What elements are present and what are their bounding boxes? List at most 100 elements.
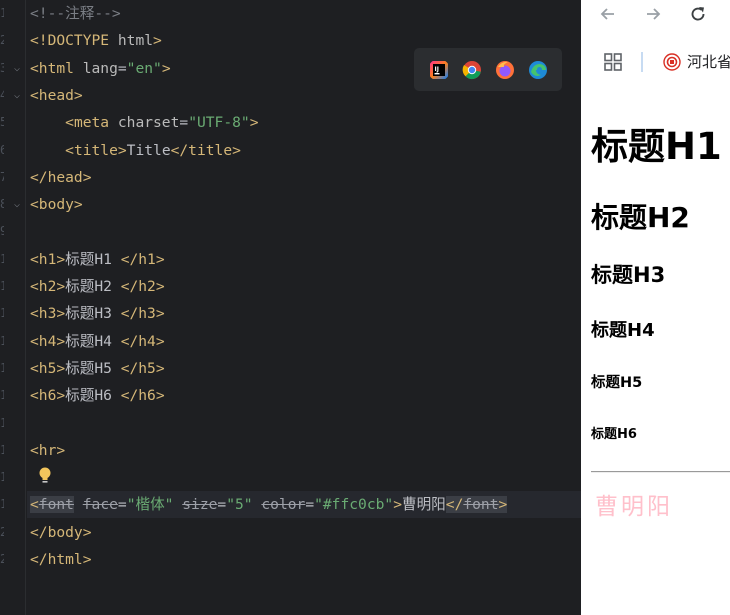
code-token: <h4> [30, 332, 66, 350]
code-token: <head> [30, 86, 83, 104]
code-token: </body> [30, 523, 92, 541]
code-token: "#ffc0cb" [314, 496, 394, 514]
fold-chevron-icon[interactable]: ⌵ [12, 191, 22, 218]
line-number: 1 [0, 6, 4, 20]
preview-horizontal-rule [591, 471, 730, 473]
code-token: = [217, 496, 227, 514]
intellij-icon[interactable]: IJ [428, 59, 450, 81]
code-token: color [261, 496, 306, 514]
code-token: size [182, 496, 218, 514]
code-token: > [249, 114, 259, 132]
code-line[interactable]: <title>Title</title> [30, 137, 241, 164]
code-line[interactable]: <body> [30, 191, 83, 218]
preview-h6: 标题H6 [591, 427, 637, 442]
fold-chevron-icon[interactable]: ⌵ [12, 82, 22, 109]
code-line[interactable]: <h5>标题H5 </h5> [30, 355, 165, 382]
code-line[interactable]: <hr> [30, 437, 65, 464]
code-line[interactable]: <html lang="en"> [30, 55, 171, 82]
browser-nav-bar [581, 0, 730, 30]
code-token: </h1> [120, 250, 165, 268]
code-token: = [117, 59, 127, 77]
code-token: charset [117, 114, 180, 132]
line-number: 10 [0, 251, 4, 266]
line-number: 19 [0, 497, 4, 512]
code-token: Title [126, 141, 171, 159]
fold-chevron-icon[interactable]: ⌵ [12, 55, 22, 82]
code-token: <h3> [30, 305, 66, 323]
code-token: font [463, 496, 499, 514]
code-token: </html> [30, 551, 92, 568]
line-number: 3 [0, 60, 4, 75]
code-token: 标题H6 [65, 387, 121, 405]
line-number: 20 [0, 524, 4, 539]
reload-icon[interactable] [688, 4, 708, 24]
code-token: > [498, 496, 508, 514]
code-token: face [82, 496, 118, 514]
code-line[interactable]: <!DOCTYPE html> [30, 27, 162, 54]
code-line[interactable]: <!--注释--> [30, 0, 121, 27]
code-token: </h6> [120, 387, 165, 405]
code-line[interactable]: <h3>标题H3 </h3> [30, 300, 165, 327]
code-token: 标题H3 [65, 305, 121, 323]
code-line[interactable]: <meta charset="UTF-8"> [30, 109, 259, 136]
forward-arrow-icon[interactable] [643, 4, 663, 24]
bookmarks-bar: 河北省 [581, 46, 730, 76]
code-line[interactable]: </head> [30, 164, 92, 191]
code-token: </h2> [120, 278, 165, 295]
preview-h5: 标题H5 [591, 375, 643, 391]
preview-h4: 标题H4 [591, 320, 655, 341]
code-token: </title> [170, 141, 241, 159]
code-token: lang [82, 59, 118, 77]
line-number: 7 [0, 169, 4, 184]
code-line[interactable]: <h1>标题H1 </h1> [30, 246, 165, 273]
apps-grid-icon[interactable] [604, 53, 622, 71]
svg-text:IJ: IJ [434, 66, 438, 73]
code-token: > [161, 59, 171, 77]
preview-h3: 标题H3 [591, 263, 666, 287]
line-number: 12 [0, 306, 4, 321]
code-line[interactable]: <head> [30, 82, 83, 109]
code-token: </head> [30, 168, 92, 186]
code-token: 标题H2 [65, 278, 121, 295]
code-token: <hr> [30, 441, 66, 459]
code-token: 标题H4 [65, 332, 121, 350]
line-number: 18 [0, 470, 4, 485]
preview-h2: 标题H2 [591, 201, 690, 234]
chrome-icon[interactable] [461, 59, 483, 81]
lightbulb-icon[interactable] [38, 466, 52, 486]
code-line[interactable]: </body> [30, 519, 92, 546]
code-line[interactable]: </html> [30, 546, 92, 573]
code-token: "en" [126, 59, 162, 77]
line-number: 16 [0, 415, 4, 430]
code-token: <body> [30, 196, 83, 214]
code-token: </h4> [120, 332, 165, 350]
back-arrow-icon[interactable] [598, 4, 618, 24]
code-token: font [38, 496, 74, 514]
code-line[interactable]: <h4>标题H4 </h4> [30, 328, 165, 355]
line-number: 6 [0, 142, 4, 157]
code-token: <title> [65, 141, 127, 159]
hebei-logo-icon[interactable] [663, 53, 681, 71]
code-token: > [393, 496, 402, 514]
code-token: <h2> [30, 278, 66, 295]
line-number: 13 [0, 333, 4, 348]
code-token: <meta [65, 114, 118, 132]
bookmark-separator [641, 52, 643, 72]
code-line[interactable]: <h6>标题H6 </h6> [30, 382, 165, 409]
code-token: = [179, 114, 189, 132]
code-token: 标题H5 [65, 359, 121, 377]
line-number: 21 [0, 552, 4, 566]
firefox-icon[interactable] [494, 59, 516, 81]
preview-h1: 标题H1 [591, 125, 722, 168]
bookmark-item-label[interactable]: 河北省 [687, 51, 730, 72]
code-line[interactable]: <h2>标题H2 </h2> [30, 273, 165, 300]
code-editor[interactable]: 123⌵4⌵5678⌵9101112131415161718192021 <!-… [0, 0, 581, 615]
code-token: html [117, 32, 154, 50]
line-number: 11 [0, 279, 4, 293]
code-line[interactable]: <font face="楷体" size="5" color="#ffc0cb"… [27, 491, 581, 519]
edge-icon[interactable] [527, 59, 549, 81]
code-token: 曹明阳 [401, 496, 446, 514]
